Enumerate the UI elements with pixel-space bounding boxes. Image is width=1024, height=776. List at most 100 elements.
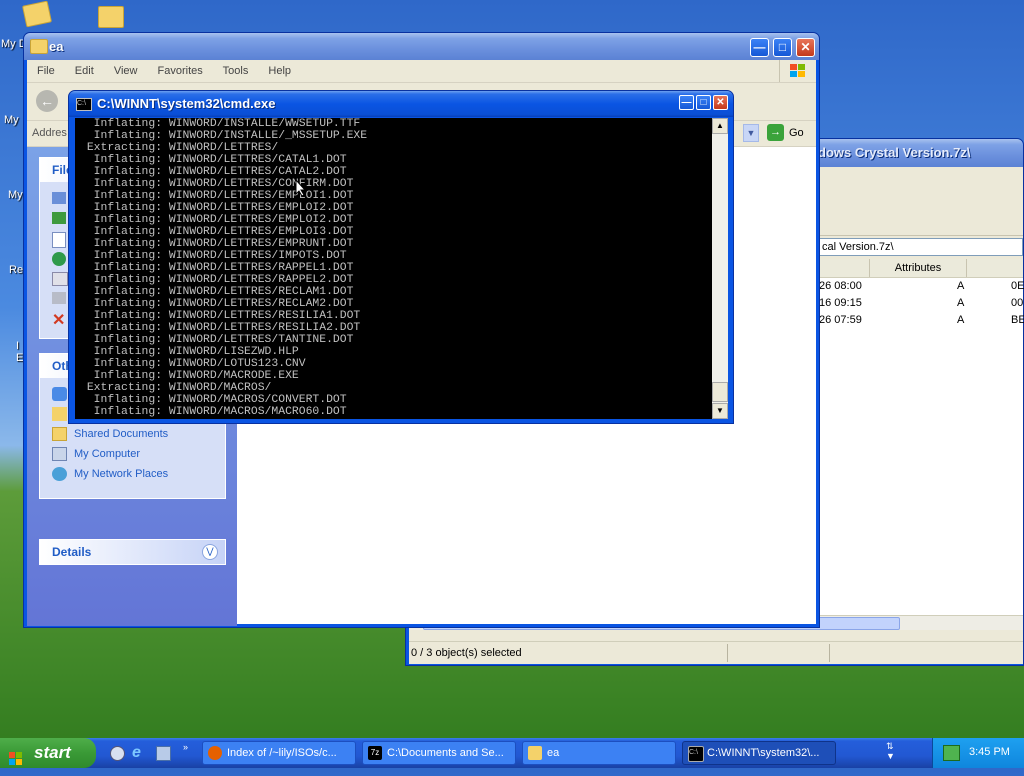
console-line: Inflating: WINWORD/LETTRES/TANTINE.DOT [80, 334, 354, 346]
close-button[interactable]: ✕ [796, 38, 815, 57]
task-label: C:\Documents and Se... [387, 747, 504, 759]
task-icon[interactable] [52, 292, 66, 304]
cmd-maximize-button[interactable]: □ [696, 95, 711, 110]
taskbar-overflow-icon[interactable]: ⇅ ▼ [886, 741, 895, 761]
delete-icon[interactable]: ✕ [52, 310, 65, 330]
console-line: Inflating: WINWORD/LETTRES/CONFIRM.DOT [80, 178, 354, 190]
task-button-cmd[interactable]: C:\ C:\WINNT\system32\... [682, 741, 836, 765]
console-line: Extracting: WINWORD/MACROS/ [80, 382, 272, 394]
explorer-titlebar[interactable]: ea — □ ✕ [24, 33, 819, 60]
quicklaunch-ie-icon[interactable]: e [132, 744, 141, 762]
menu-favorites[interactable]: Favorites [158, 65, 203, 77]
scrollbar-thumb[interactable] [712, 382, 728, 402]
sevenzip-title: dows Crystal Version.7z\ [818, 145, 971, 160]
scroll-down-button[interactable]: ▼ [712, 403, 728, 419]
go-label: Go [789, 127, 804, 139]
cmd-icon: C:\ [76, 98, 92, 111]
cell-date: 26 07:59 [819, 314, 862, 326]
details-header[interactable]: Details [40, 540, 225, 564]
cmd-close-button[interactable]: ✕ [713, 95, 728, 110]
ie-icon [52, 387, 67, 401]
console-line: Inflating: WINWORD/LETTRES/EMPLOI1.DOT [80, 190, 354, 202]
sevenzip-path-field[interactable]: cal Version.7z\ [819, 238, 1023, 256]
scroll-up-button[interactable]: ▲ [712, 118, 728, 134]
console-line: Inflating: WINWORD/LETTRES/RESILIA2.DOT [80, 322, 361, 334]
console-line: Inflating: WINWORD/LETTRES/EMPRUNT.DOT [80, 238, 354, 250]
quicklaunch-desktop-icon[interactable] [110, 746, 125, 761]
explorer-menubar: File Edit View Favorites Tools Help [27, 60, 816, 83]
cell-extra: BE [1011, 314, 1024, 326]
taskbar: start e » Index of /~lily/ISOs/c... 7z C… [0, 738, 1024, 768]
table-row[interactable]: 26 07:59 A BE [819, 314, 1024, 331]
minimize-button[interactable]: — [750, 38, 769, 57]
clock[interactable]: 3:45 PM [969, 746, 1010, 758]
chevron-down-icon[interactable]: ⋁ [202, 544, 218, 560]
network-icon [52, 467, 67, 481]
system-tray: 3:45 PM [932, 738, 1024, 768]
menu-file[interactable]: File [37, 65, 55, 77]
maximize-button[interactable]: □ [773, 38, 792, 57]
link-label: My Network Places [74, 468, 169, 480]
address-dropdown-button[interactable]: ▼ [743, 124, 759, 142]
cmd-console-output[interactable]: Inflating: WINWORD/INSTALLE/WWSETUP.TTF … [75, 118, 712, 419]
start-button[interactable]: start [0, 738, 96, 768]
task-icon[interactable] [52, 212, 66, 224]
status-divider [727, 644, 728, 662]
console-line: Inflating: WINWORD/LETTRES/RAPPEL2.DOT [80, 274, 354, 286]
task-icon[interactable] [52, 192, 66, 204]
menu-edit[interactable]: Edit [75, 65, 94, 77]
task-icon[interactable] [52, 272, 68, 286]
menu-view[interactable]: View [114, 65, 138, 77]
quicklaunch-media-icon[interactable] [156, 746, 171, 761]
task-icon[interactable] [52, 232, 66, 248]
desktop-icon-folder[interactable] [98, 6, 158, 28]
task-button-firefox[interactable]: Index of /~lily/ISOs/c... [202, 741, 356, 765]
status-bar: 0 / 3 object(s) selected [409, 641, 1023, 664]
folder-icon [30, 39, 48, 54]
menu-help[interactable]: Help [268, 65, 291, 77]
computer-icon [52, 447, 67, 461]
task-button-ea[interactable]: ea [522, 741, 676, 765]
cell-date: 26 08:00 [819, 280, 862, 292]
go-arrow-icon: → [767, 124, 784, 141]
explorer-title: ea [49, 39, 64, 54]
link-shared-documents[interactable]: Shared Documents [40, 424, 225, 444]
link-my-network-places[interactable]: My Network Places [40, 464, 225, 484]
windows-flag-icon [790, 64, 805, 77]
console-line: Inflating: WINWORD/LETTRES/CATAL1.DOT [80, 154, 347, 166]
cmd-titlebar[interactable]: C:\ C:\WINNT\system32\cmd.exe — □ ✕ [69, 91, 733, 117]
task-label: Index of /~lily/ISOs/c... [227, 747, 337, 759]
back-button[interactable]: ← [36, 90, 58, 112]
task-label: ea [547, 747, 560, 759]
console-line: Inflating: WINWORD/LETTRES/EMPLOI3.DOT [80, 226, 354, 238]
cell-extra: 0E [1011, 280, 1024, 292]
windows-flag-icon [9, 746, 23, 765]
task-button-7zip[interactable]: 7z C:\Documents and Se... [362, 741, 516, 765]
column-header-attributes[interactable]: Attributes [869, 259, 967, 277]
console-line: Inflating: WINWORD/LETTRES/EMPLOI2.DOT [80, 202, 354, 214]
table-row[interactable]: 16 09:15 A 00 [819, 297, 1024, 314]
cell-extra: 00 [1011, 297, 1024, 309]
address-label: Addres [32, 127, 67, 139]
table-row[interactable]: 26 08:00 A 0E [819, 280, 1024, 297]
7zip-icon: 7z [368, 746, 382, 760]
network-tray-icon[interactable] [943, 745, 960, 761]
menu-tools[interactable]: Tools [223, 65, 249, 77]
mouse-cursor-icon [295, 179, 307, 197]
quicklaunch-overflow-icon[interactable]: » [183, 742, 188, 752]
cell-attr: A [957, 297, 965, 309]
console-line: Extracting: WINWORD/LETTRES/ [80, 142, 279, 154]
start-label: start [34, 743, 71, 762]
console-line: Inflating: WINWORD/MACROS/CONVERT.DOT [80, 394, 347, 406]
console-line: Inflating: WINWORD/INSTALLE/_MSSETUP.EXE [80, 130, 368, 142]
windows-logo-icon [779, 60, 818, 82]
console-line: Inflating: WINWORD/INSTALLE/WWSETUP.TTF [80, 118, 361, 130]
cmd-vertical-scrollbar[interactable]: ▲ ▼ [712, 118, 728, 419]
cmd-minimize-button[interactable]: — [679, 95, 694, 110]
console-line: Inflating: WINWORD/LETTRES/CATAL2.DOT [80, 166, 347, 178]
task-icon[interactable] [52, 252, 66, 266]
desktop-icon-my-documents[interactable] [20, 0, 80, 28]
console-line: Inflating: WINWORD/LISEZWD.HLP [80, 346, 299, 358]
link-my-computer[interactable]: My Computer [40, 444, 225, 464]
go-button[interactable]: → Go [767, 124, 807, 142]
